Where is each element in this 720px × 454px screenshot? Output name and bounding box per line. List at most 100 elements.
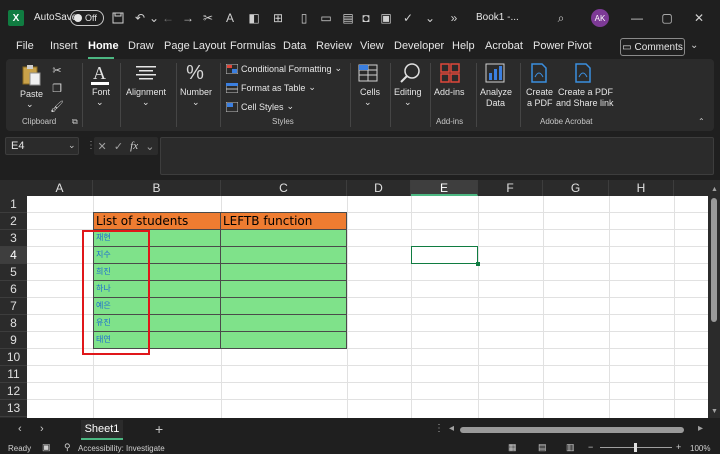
tab-formulas[interactable]: Formulas xyxy=(230,40,276,52)
row-header[interactable]: 13 xyxy=(0,400,27,417)
insert-function-icon[interactable]: fx xyxy=(130,140,138,152)
borders-icon[interactable]: ⊞ xyxy=(270,10,286,26)
cell-styles-button[interactable]: Cell Styles ⌄ xyxy=(226,101,294,112)
more-icon[interactable]: » xyxy=(446,10,462,26)
quick-access-dropdown-icon[interactable]: ⌄ xyxy=(422,10,438,26)
collapse-ribbon-icon[interactable]: ⌃ xyxy=(698,117,705,126)
spelling-icon[interactable]: ✓ xyxy=(400,10,416,26)
row-header[interactable]: 7 xyxy=(0,298,27,315)
cut-icon[interactable]: ✂ xyxy=(50,63,64,77)
tab-page-layout[interactable]: Page Layout xyxy=(164,40,226,52)
row-header[interactable]: 8 xyxy=(0,315,27,332)
leftb-result-cell[interactable] xyxy=(220,229,347,247)
column-header[interactable]: A xyxy=(27,180,93,196)
paste-icon[interactable] xyxy=(20,63,42,87)
fill-color-icon[interactable]: ◧ xyxy=(246,10,262,26)
create-share-label-1[interactable]: Create a PDF xyxy=(558,87,613,98)
image-icon[interactable]: ▣ xyxy=(378,10,394,26)
tab-draw[interactable]: Draw xyxy=(128,40,154,52)
row-header[interactable]: 3 xyxy=(0,230,27,247)
page-layout-view-icon[interactable]: ▤ xyxy=(538,442,550,452)
scroll-left-icon[interactable]: ◂ xyxy=(449,423,454,434)
leftb-result-cell[interactable] xyxy=(220,314,347,332)
leftb-result-cell[interactable] xyxy=(220,297,347,315)
alignment-dropdown-icon[interactable]: ⌄ xyxy=(142,97,150,108)
tab-power-pivot[interactable]: Power Pivot xyxy=(533,40,592,52)
cancel-icon[interactable]: ✕ xyxy=(98,140,107,153)
cells-dropdown-icon[interactable]: ⌄ xyxy=(364,97,372,108)
clipboard-launcher-icon[interactable]: ⧉ xyxy=(72,117,78,127)
zoom-out-icon[interactable]: − xyxy=(588,442,600,452)
avatar[interactable]: AK xyxy=(591,9,609,27)
row-header[interactable]: 5 xyxy=(0,264,27,281)
maximize-icon[interactable]: ▢ xyxy=(660,10,674,26)
column-header[interactable]: G xyxy=(543,180,609,196)
row-header[interactable]: 11 xyxy=(0,366,27,383)
tab-insert[interactable]: Insert xyxy=(50,40,78,52)
column-header-selected[interactable]: E xyxy=(411,180,478,196)
create-share-label-2[interactable]: and Share link xyxy=(556,98,614,109)
cell-b2-header[interactable]: List of students xyxy=(93,212,221,230)
cells-icon[interactable] xyxy=(356,62,380,84)
addins-icon[interactable] xyxy=(439,62,461,84)
tab-split-handle-icon[interactable]: ⋮ xyxy=(434,423,444,434)
prev-sheet-icon[interactable]: ‹ xyxy=(18,423,22,435)
alignment-icon[interactable] xyxy=(134,63,158,83)
conditional-formatting-button[interactable]: Conditional Formatting ⌄ xyxy=(226,63,342,74)
analyze-data-label-1[interactable]: Analyze xyxy=(480,87,512,98)
cell-c2-header[interactable]: LEFTB function xyxy=(220,212,347,230)
add-sheet-icon[interactable]: + xyxy=(155,421,163,437)
save-icon[interactable] xyxy=(110,10,126,26)
name-box-dropdown-icon[interactable]: ⌄ xyxy=(68,140,76,151)
editing-search-icon[interactable] xyxy=(398,61,422,85)
leftb-result-cell[interactable] xyxy=(220,246,347,264)
macro-record-icon[interactable]: ▣ xyxy=(42,442,54,452)
editing-dropdown-icon[interactable]: ⌄ xyxy=(404,97,412,108)
create-share-pdf-icon[interactable] xyxy=(572,62,594,84)
tab-review[interactable]: Review xyxy=(316,40,352,52)
scroll-right-icon[interactable]: ▸ xyxy=(698,423,703,434)
open-icon[interactable]: ▭ xyxy=(318,10,334,26)
row-header[interactable]: 12 xyxy=(0,383,27,400)
column-header[interactable]: D xyxy=(347,180,411,196)
print-icon[interactable]: ▤ xyxy=(340,10,356,26)
paste-dropdown-icon[interactable]: ⌄ xyxy=(26,99,34,110)
leftb-result-cell[interactable] xyxy=(220,280,347,298)
number-format-icon[interactable]: % xyxy=(184,61,206,85)
tab-home[interactable]: Home xyxy=(88,40,119,52)
tab-help[interactable]: Help xyxy=(452,40,475,52)
search-icon[interactable]: ⌕ xyxy=(553,10,569,26)
font-dropdown-icon[interactable]: ⌄ xyxy=(96,97,104,108)
column-header[interactable]: B xyxy=(93,180,221,196)
close-icon[interactable]: ✕ xyxy=(692,10,706,26)
autosave-toggle[interactable]: Off xyxy=(70,10,104,26)
tab-file[interactable]: File xyxy=(16,40,34,52)
page-break-view-icon[interactable]: ▥ xyxy=(566,442,578,452)
column-header[interactable]: C xyxy=(221,180,347,196)
comments-button[interactable]: ▭ Comments xyxy=(620,38,685,56)
number-dropdown-icon[interactable]: ⌄ xyxy=(192,97,200,108)
scroll-down-icon[interactable]: ▼ xyxy=(711,408,718,415)
accessibility-icon[interactable]: ⚲ xyxy=(64,442,76,452)
normal-view-icon[interactable]: ▦ xyxy=(508,442,520,452)
accessibility-status[interactable]: Accessibility: Investigate xyxy=(78,444,165,453)
column-header[interactable]: H xyxy=(609,180,674,196)
formula-input[interactable] xyxy=(160,137,714,175)
create-pdf-label-2[interactable]: a PDF xyxy=(527,98,553,109)
copy-icon[interactable]: ❐ xyxy=(50,81,64,95)
active-cell-e4[interactable] xyxy=(411,246,478,264)
create-pdf-icon[interactable] xyxy=(528,62,550,84)
format-as-table-button[interactable]: Format as Table ⌄ xyxy=(226,82,316,93)
horizontal-scroll-thumb[interactable] xyxy=(460,427,684,433)
row-header[interactable]: 2 xyxy=(0,213,27,230)
format-painter-icon[interactable]: 🖌 xyxy=(50,99,64,113)
enter-icon[interactable]: ✓ xyxy=(114,140,123,153)
row-header-selected[interactable]: 4 xyxy=(0,247,27,264)
minimize-icon[interactable]: — xyxy=(630,10,644,26)
zoom-level[interactable]: 100% xyxy=(690,444,710,453)
back-arrow-icon[interactable]: ← xyxy=(160,10,176,26)
document-title[interactable]: Book1 -... xyxy=(476,12,519,23)
cut-icon[interactable]: ✂ xyxy=(200,10,216,26)
ribbon-options-chevron-icon[interactable]: ⌄ xyxy=(690,40,698,51)
tab-view[interactable]: View xyxy=(360,40,384,52)
